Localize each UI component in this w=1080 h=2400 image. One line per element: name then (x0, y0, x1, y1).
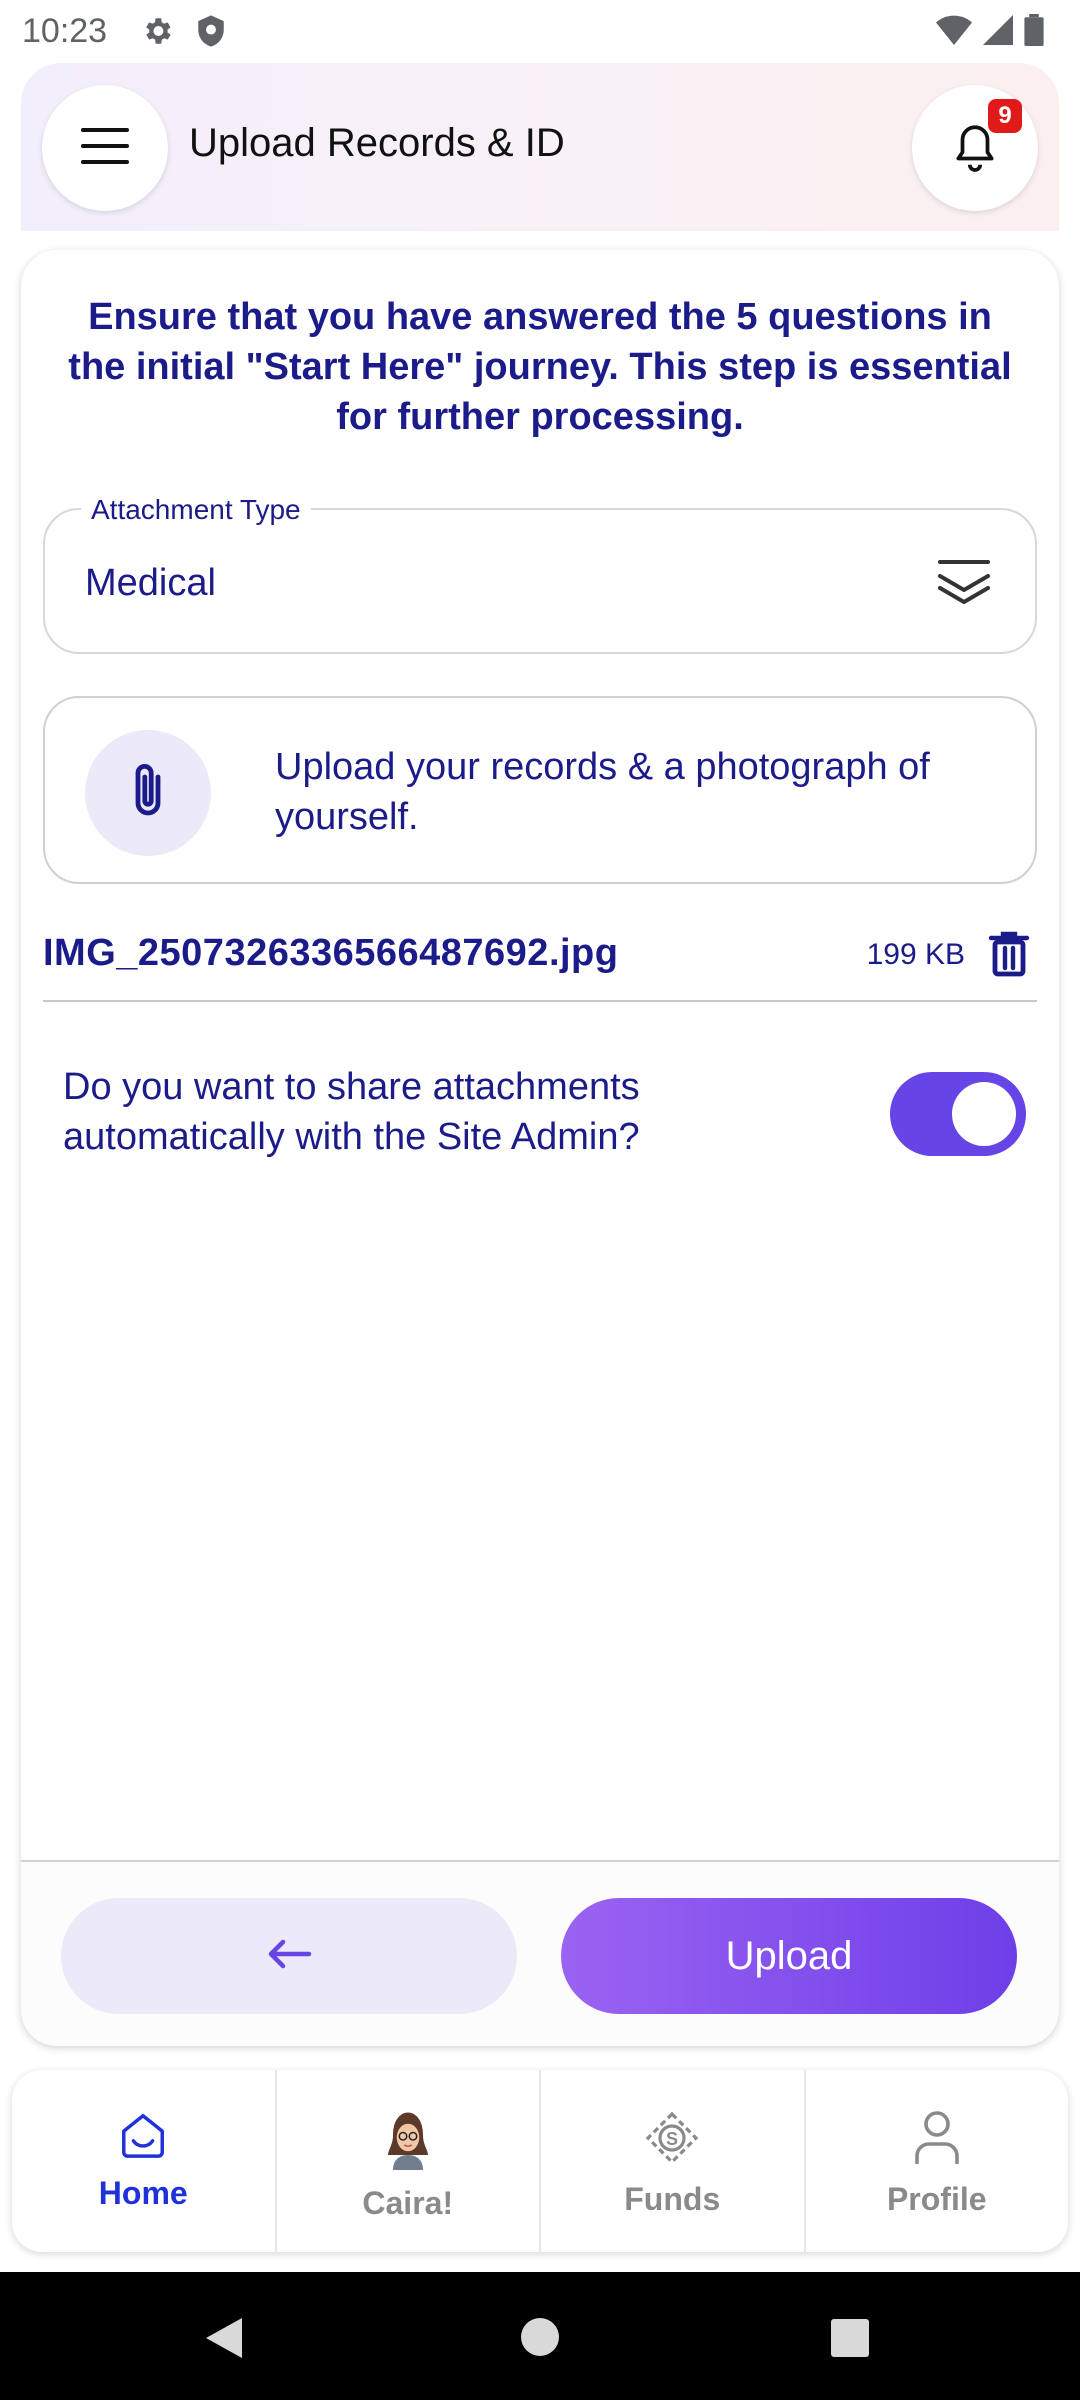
hamburger-icon (81, 126, 129, 171)
nav-home-label: Home (98, 2175, 188, 2211)
attachment-type-select[interactable]: Attachment Type Medical (43, 494, 1037, 654)
system-navigation-bar (0, 2272, 1080, 2400)
page-title: Upload Records & ID (189, 121, 565, 165)
recents-square-icon[interactable] (830, 2318, 870, 2363)
card-actions: Upload (21, 1860, 1059, 2046)
avatar-icon (383, 2110, 433, 2175)
battery-icon (1024, 14, 1044, 51)
back-button[interactable] (61, 1898, 517, 2014)
nav-caira[interactable]: Caira! (277, 2070, 541, 2252)
bottom-navigation: Home Caira! S Funds Profile (12, 2070, 1068, 2252)
upload-button[interactable]: Upload (561, 1898, 1017, 2014)
attached-file-row: IMG_2507326336566487692.jpg 199 KB (43, 910, 1037, 1002)
share-question: Do you want to share attachments automat… (63, 1066, 640, 1158)
profile-icon (912, 2110, 962, 2171)
shield-icon (196, 14, 226, 53)
home-icon (118, 2110, 168, 2165)
chevron-down-icon (937, 556, 991, 613)
nav-home[interactable]: Home (12, 2070, 277, 2252)
nav-profile[interactable]: Profile (806, 2070, 1069, 2252)
nav-caira-label: Caira! (362, 2185, 454, 2221)
notification-badge: 9 (988, 99, 1022, 133)
file-size: 199 KB (866, 938, 965, 971)
signal-icon (982, 15, 1014, 50)
notifications-button[interactable]: 9 (912, 85, 1038, 211)
nav-funds[interactable]: S Funds (541, 2070, 806, 2252)
app-header: Upload Records & ID 9 (21, 63, 1059, 231)
home-circle-icon[interactable] (520, 2317, 560, 2362)
svg-text:S: S (666, 2129, 678, 2149)
back-triangle-icon[interactable] (204, 2316, 244, 2365)
attachment-type-label: Attachment Type (81, 494, 311, 526)
gear-icon (140, 14, 174, 53)
attachment-type-value: Medical (85, 562, 216, 604)
trash-icon (988, 931, 1030, 977)
upload-instruction: Upload your records & a photograph of yo… (275, 746, 930, 838)
attach-button[interactable] (85, 730, 211, 856)
upload-dropzone[interactable]: Upload your records & a photograph of yo… (43, 696, 1037, 884)
nav-profile-label: Profile (886, 2181, 987, 2217)
wifi-icon (936, 15, 972, 50)
status-time: 10:23 (22, 12, 108, 50)
paperclip-icon (128, 761, 168, 826)
file-name: IMG_2507326336566487692.jpg (43, 932, 619, 974)
instruction-notice: Ensure that you have answered the 5 ques… (68, 296, 1012, 438)
delete-file-button[interactable] (987, 930, 1031, 983)
menu-button[interactable] (42, 85, 168, 211)
toggle-knob (952, 1082, 1016, 1146)
funds-icon: S (644, 2110, 700, 2171)
nav-funds-label: Funds (624, 2181, 721, 2217)
upload-card: Ensure that you have answered the 5 ques… (21, 250, 1059, 2046)
share-toggle[interactable] (890, 1072, 1026, 1156)
arrow-left-icon (265, 1938, 313, 1975)
status-bar: 10:23 (0, 0, 1080, 62)
